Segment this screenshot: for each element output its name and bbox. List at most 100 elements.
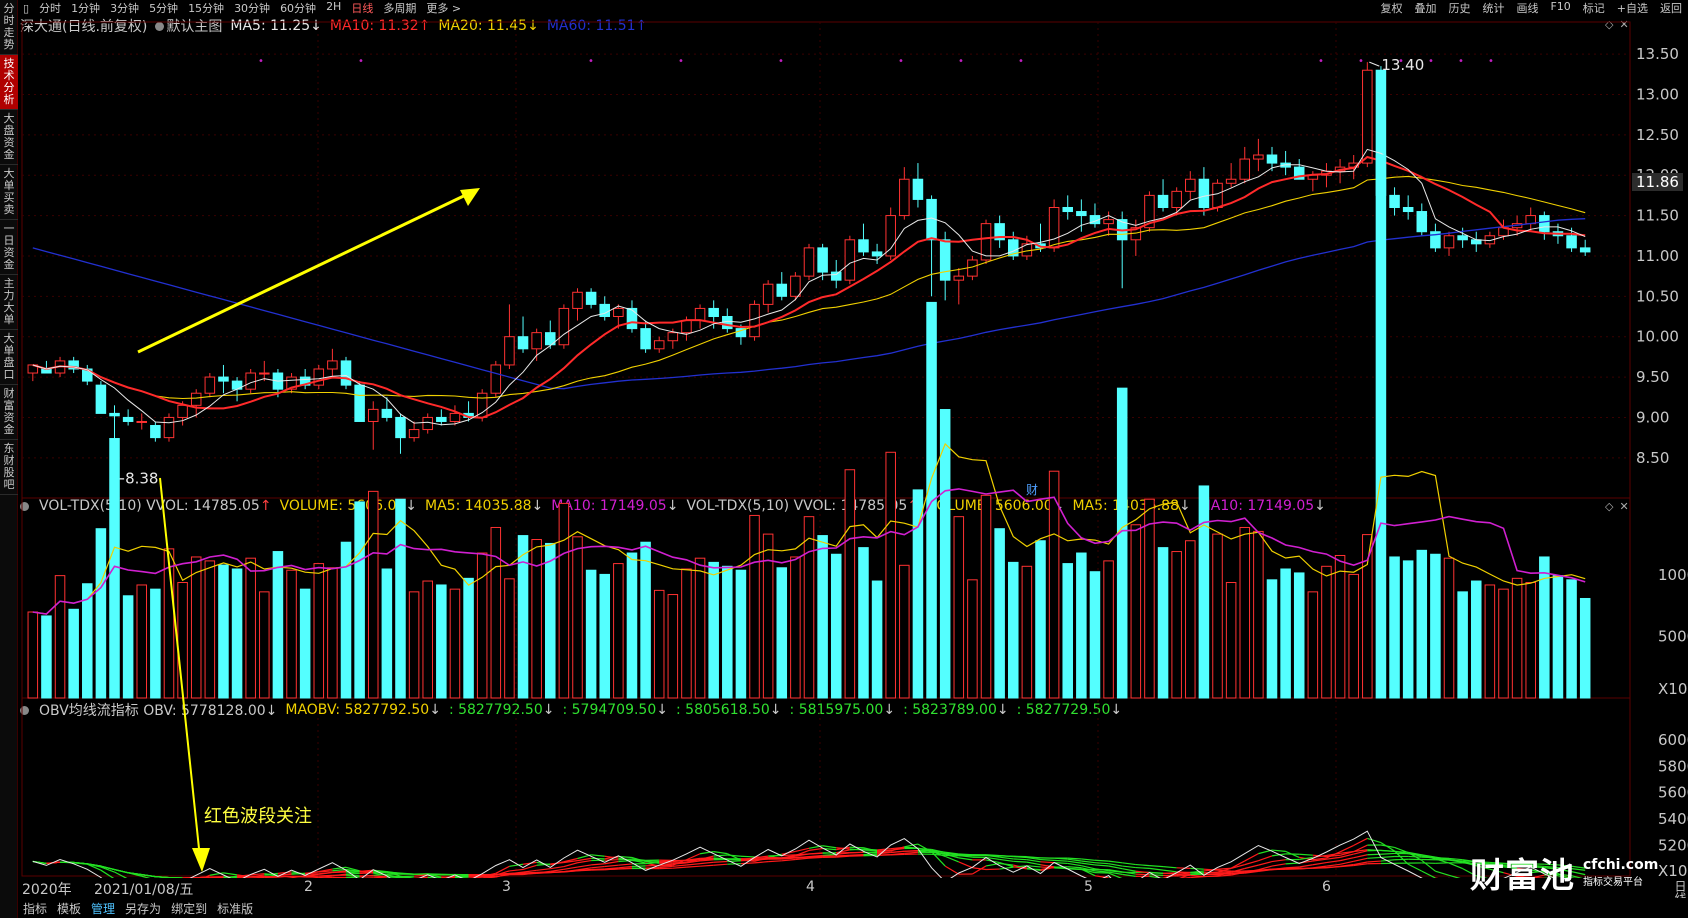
toolbar-button-8[interactable]: 返回 [1654, 0, 1688, 16]
obv-ma-ribbon [577, 857, 592, 862]
obv-ma-ribbon [1108, 860, 1123, 864]
volume-bar [776, 567, 788, 699]
candle-body [204, 376, 216, 394]
tab-timeframe-1[interactable]: 1分钟 [66, 0, 105, 16]
volume-bar [367, 490, 379, 699]
obv-ma-ribbon [1067, 857, 1082, 860]
volume-bar [626, 552, 638, 699]
volume-tick-label: 5000 [1658, 628, 1688, 646]
volume-bar [245, 557, 256, 699]
candle-body [681, 320, 692, 334]
obv-ma-ribbon [563, 862, 578, 868]
toolbar-button-6[interactable]: 标记 [1577, 0, 1611, 16]
volume-bar [1253, 530, 1264, 699]
chart-canvas[interactable]: 13.5013.0012.5012.0011.5011.0010.5010.00… [18, 16, 1688, 878]
obv-ma-ribbon [1081, 862, 1096, 866]
toolbar-button-0[interactable]: 复权 [1374, 0, 1408, 16]
volume-bar [1566, 579, 1577, 699]
obv-ma-ribbon [1271, 859, 1286, 863]
sidebar-item-0[interactable]: 分时走势 [0, 0, 18, 55]
obv-ma-ribbon [1054, 859, 1068, 862]
price-tick-label: 9.00 [1636, 408, 1669, 426]
volume-bar [926, 301, 937, 699]
obv-ma-ribbon [1149, 867, 1164, 871]
obv-ma-ribbon [904, 843, 919, 848]
toolbar-button-3[interactable]: 统计 [1476, 0, 1510, 16]
candle-body [1239, 158, 1251, 180]
volume-bar [653, 589, 665, 699]
volume-bar [1525, 582, 1536, 699]
obv-ma-ribbon [536, 868, 551, 871]
obv-ma-ribbon [713, 863, 728, 866]
tab-timeframe-9[interactable]: 多周期 [378, 0, 421, 16]
candle-body [762, 283, 774, 305]
sidebar-item-1[interactable]: 技术分析 [0, 55, 18, 110]
volume-bar [694, 557, 706, 699]
window-icon[interactable]: ▯ [18, 2, 34, 15]
signal-dot: • [958, 56, 964, 67]
bottom-button-3[interactable]: 另存为 [120, 900, 166, 917]
tab-timeframe-5[interactable]: 30分钟 [229, 0, 275, 16]
tab-timeframe-8[interactable]: 日线 [346, 0, 378, 16]
volume-bar [762, 533, 774, 699]
sidebar-item-4[interactable]: 一日资金 [0, 220, 18, 275]
toolbar-button-7[interactable]: +自选 [1611, 0, 1654, 16]
toolbar-button-5[interactable]: F10 [1544, 0, 1576, 16]
candle-body [1579, 247, 1591, 253]
toolbar-button-4[interactable]: 画线 [1510, 0, 1544, 16]
tab-timeframe-2[interactable]: 3分钟 [105, 0, 144, 16]
obv-ma-ribbon [1013, 860, 1027, 863]
tab-timeframe-3[interactable]: 5分钟 [144, 0, 183, 16]
candle-body [313, 368, 325, 386]
volume-bar [190, 556, 202, 699]
volume-bar [817, 535, 828, 699]
volume-bar [1334, 554, 1346, 699]
obv-ma-ribbon [332, 868, 347, 872]
obv-ma-ribbon [727, 854, 741, 857]
sidebar-item-8[interactable]: 东财股吧 [0, 440, 18, 495]
sidebar-item-6[interactable]: 大单盘口 [0, 330, 18, 385]
obv-ma-ribbon [931, 853, 946, 856]
obv-ma-ribbon [1367, 860, 1381, 863]
volume-bar [1144, 498, 1155, 699]
candle-body [1566, 235, 1577, 249]
volume-bar [558, 502, 570, 699]
bottom-button-5[interactable]: 标准版 [212, 900, 258, 917]
sidebar-item-2[interactable]: 大盘资金 [0, 110, 18, 165]
obv-ma-ribbon [1339, 844, 1354, 853]
obv-ma-ribbon [944, 865, 960, 875]
toolbar-button-2[interactable]: 历史 [1442, 0, 1476, 16]
signal-dot: • [1318, 56, 1324, 67]
volume-bar [408, 591, 420, 699]
tab-timeframe-6[interactable]: 60分钟 [275, 0, 321, 16]
volume-bar [1130, 524, 1142, 699]
obv-ma-ribbon [768, 860, 782, 863]
obv-ma-ribbon [591, 863, 605, 866]
bottom-button-4[interactable]: 绑定到 [166, 900, 212, 917]
obv-ma-ribbon [1203, 871, 1218, 874]
signal-dot: • [778, 56, 784, 67]
obv-ma-ribbon [509, 868, 524, 872]
date-tick-0: 2020年 [22, 882, 72, 898]
sidebar-item-5[interactable]: 主力大单 [0, 275, 18, 330]
obv-ma-ribbon [740, 855, 755, 858]
volume-bar [899, 564, 910, 699]
obv-ma-ribbon [686, 863, 701, 866]
price-tick-label: 13.00 [1636, 85, 1679, 103]
bottom-button-2[interactable]: 管理 [86, 900, 120, 917]
volume-bar [54, 575, 66, 699]
tab-timeframe-4[interactable]: 15分钟 [183, 0, 229, 16]
tab-timeframe-0[interactable]: 分时 [34, 0, 66, 16]
toolbar-button-1[interactable]: 叠加 [1408, 0, 1442, 16]
bottom-button-1[interactable]: 模板 [52, 900, 86, 917]
obv-ma-ribbon [1312, 867, 1327, 869]
volume-bar [735, 569, 747, 699]
candle-body [1457, 235, 1468, 241]
sidebar-item-3[interactable]: 大单买卖 [0, 165, 18, 220]
tab-timeframe-7[interactable]: 2H [321, 0, 346, 16]
obv-ma-ribbon [1353, 857, 1368, 862]
bottom-button-0[interactable]: 指标 [18, 900, 52, 917]
candle-body [395, 416, 406, 439]
tab-timeframe-10[interactable]: 更多 > [421, 0, 466, 16]
sidebar-item-7[interactable]: 财富资金 [0, 385, 18, 440]
